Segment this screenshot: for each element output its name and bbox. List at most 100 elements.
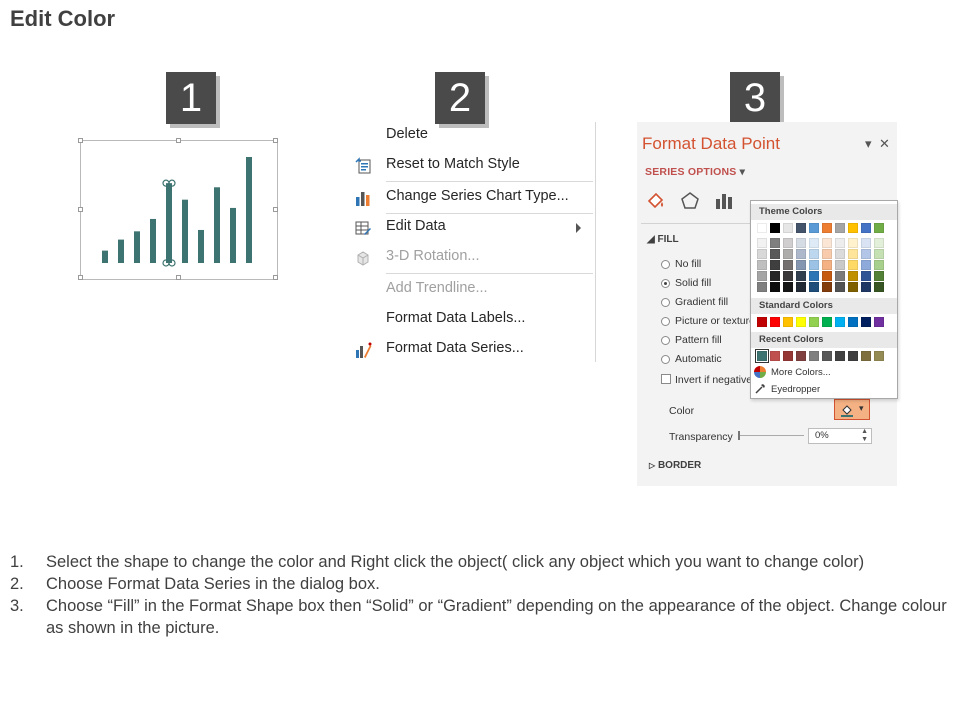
theme-shade-swatch[interactable]	[822, 260, 832, 270]
theme-shade-swatch[interactable]	[861, 271, 871, 281]
theme-shade-swatch[interactable]	[783, 282, 793, 292]
theme-shade-swatch[interactable]	[783, 238, 793, 248]
theme-color-swatch[interactable]	[809, 223, 819, 233]
recent-color-swatch[interactable]	[874, 351, 884, 361]
theme-shade-swatch[interactable]	[796, 271, 806, 281]
chart-bar[interactable]	[166, 183, 172, 263]
theme-shade-swatch[interactable]	[809, 249, 819, 259]
chart-bar[interactable]	[182, 199, 188, 263]
theme-shade-swatch[interactable]	[822, 282, 832, 292]
theme-shade-swatch[interactable]	[770, 282, 780, 292]
theme-shade-swatch[interactable]	[874, 271, 884, 281]
theme-shade-swatch[interactable]	[770, 238, 780, 248]
menu-item-reset-style[interactable]: Reset to Match Style	[350, 152, 595, 180]
recent-color-swatch[interactable]	[755, 349, 769, 363]
theme-color-swatch[interactable]	[822, 223, 832, 233]
invert-negative-checkbox[interactable]	[661, 374, 671, 384]
theme-color-swatch[interactable]	[783, 223, 793, 233]
menu-item-3d-rotation[interactable]: 3-D Rotation...	[350, 244, 595, 272]
transparency-slider[interactable]	[740, 435, 804, 436]
resize-handle[interactable]	[78, 275, 83, 280]
chart-bar[interactable]	[246, 157, 252, 263]
standard-color-swatch[interactable]	[874, 317, 884, 327]
chart-bar[interactable]	[230, 207, 236, 263]
theme-shade-swatch[interactable]	[783, 271, 793, 281]
theme-shade-swatch[interactable]	[809, 260, 819, 270]
more-colors-link[interactable]: More Colors...	[771, 367, 831, 378]
close-icon[interactable]: ✕	[879, 136, 890, 152]
theme-color-swatch[interactable]	[835, 223, 845, 233]
theme-shade-swatch[interactable]	[874, 238, 884, 248]
theme-shade-swatch[interactable]	[757, 238, 767, 248]
theme-shade-swatch[interactable]	[809, 271, 819, 281]
recent-color-swatch[interactable]	[848, 351, 858, 361]
standard-color-swatch[interactable]	[757, 317, 767, 327]
resize-handle[interactable]	[176, 275, 181, 280]
theme-shade-swatch[interactable]	[757, 271, 767, 281]
theme-color-swatch[interactable]	[874, 223, 884, 233]
theme-shade-swatch[interactable]	[757, 282, 767, 292]
theme-shade-swatch[interactable]	[848, 282, 858, 292]
theme-shade-swatch[interactable]	[757, 260, 767, 270]
resize-handle[interactable]	[78, 138, 83, 143]
resize-handle[interactable]	[78, 207, 83, 212]
resize-handle[interactable]	[176, 138, 181, 143]
recent-color-swatch[interactable]	[835, 351, 845, 361]
theme-shade-swatch[interactable]	[835, 238, 845, 248]
theme-shade-swatch[interactable]	[848, 260, 858, 270]
menu-item-delete[interactable]: Delete	[350, 122, 595, 150]
menu-item-format-data-labels[interactable]: Format Data Labels...	[350, 306, 595, 334]
standard-color-swatch[interactable]	[848, 317, 858, 327]
theme-color-swatch[interactable]	[757, 223, 767, 233]
chart-bar[interactable]	[150, 218, 156, 263]
theme-shade-swatch[interactable]	[861, 282, 871, 292]
theme-shade-swatch[interactable]	[783, 249, 793, 259]
menu-item-change-chart-type[interactable]: Change Series Chart Type...	[350, 184, 595, 212]
fill-line-tab-icon[interactable]	[645, 190, 667, 212]
radio-picture-fill[interactable]	[661, 317, 670, 326]
theme-shade-swatch[interactable]	[822, 249, 832, 259]
standard-color-swatch[interactable]	[822, 317, 832, 327]
color-picker-button[interactable]: ▾	[834, 399, 870, 420]
recent-color-swatch[interactable]	[783, 351, 793, 361]
eyedropper-link[interactable]: Eyedropper	[771, 384, 820, 395]
spin-down-icon[interactable]: ▼	[861, 436, 868, 443]
chart-bar[interactable]	[198, 229, 204, 263]
series-options-tab-icon[interactable]	[713, 190, 735, 212]
recent-color-swatch[interactable]	[822, 351, 832, 361]
theme-shade-swatch[interactable]	[796, 260, 806, 270]
theme-shade-swatch[interactable]	[848, 238, 858, 248]
theme-shade-swatch[interactable]	[796, 249, 806, 259]
theme-shade-swatch[interactable]	[848, 271, 858, 281]
recent-color-swatch[interactable]	[809, 351, 819, 361]
chart-bar[interactable]	[134, 231, 140, 263]
theme-shade-swatch[interactable]	[835, 249, 845, 259]
theme-shade-swatch[interactable]	[861, 249, 871, 259]
fill-section-header[interactable]: ◢ FILL	[647, 234, 679, 245]
radio-automatic[interactable]	[661, 355, 670, 364]
resize-handle[interactable]	[273, 138, 278, 143]
chart-bar[interactable]	[214, 187, 220, 263]
standard-color-swatch[interactable]	[783, 317, 793, 327]
theme-shade-swatch[interactable]	[783, 260, 793, 270]
theme-shade-swatch[interactable]	[796, 238, 806, 248]
column-chart[interactable]	[90, 148, 266, 270]
recent-color-swatch[interactable]	[861, 351, 871, 361]
transparency-input[interactable]: 0% ▲ ▼	[808, 428, 872, 444]
theme-shade-swatch[interactable]	[770, 271, 780, 281]
theme-shade-swatch[interactable]	[861, 238, 871, 248]
series-options-dropdown[interactable]: SERIES OPTIONS ▾	[645, 166, 745, 178]
menu-item-add-trendline[interactable]: Add Trendline...	[350, 276, 595, 304]
theme-shade-swatch[interactable]	[848, 249, 858, 259]
theme-shade-swatch[interactable]	[809, 238, 819, 248]
theme-shade-swatch[interactable]	[770, 260, 780, 270]
recent-color-swatch[interactable]	[770, 351, 780, 361]
resize-handle[interactable]	[273, 275, 278, 280]
recent-color-swatch[interactable]	[796, 351, 806, 361]
theme-shade-swatch[interactable]	[770, 249, 780, 259]
radio-solid-fill[interactable]	[661, 279, 670, 288]
theme-shade-swatch[interactable]	[822, 238, 832, 248]
theme-shade-swatch[interactable]	[835, 271, 845, 281]
radio-pattern-fill[interactable]	[661, 336, 670, 345]
theme-shade-swatch[interactable]	[874, 282, 884, 292]
